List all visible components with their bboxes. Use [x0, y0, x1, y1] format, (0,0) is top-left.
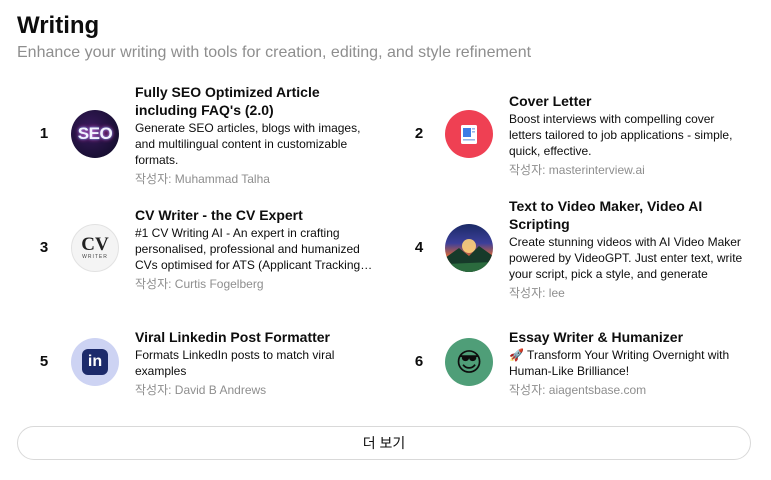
item-content: Viral Linkedin Post Formatter Formats Li… — [135, 328, 375, 398]
gpt-list-item[interactable]: 5 in Viral Linkedin Post Formatter Forma… — [33, 318, 393, 428]
seo-icon: SEO — [71, 110, 119, 158]
item-title: Essay Writer & Humanizer — [509, 329, 684, 345]
see-more-button[interactable]: 더 보기 — [17, 426, 751, 460]
item-author: 작성자: lee — [509, 286, 565, 300]
linkedin-icon: in — [71, 338, 119, 386]
item-description: Boost interviews with compelling cover l… — [509, 112, 733, 158]
item-author: 작성자: Curtis Fogelberg — [135, 277, 264, 291]
item-rank: 4 — [414, 239, 424, 256]
gpt-list-item[interactable]: 1 SEO Fully SEO Optimized Article includ… — [33, 82, 393, 192]
landscape-icon — [445, 224, 493, 272]
item-author: 작성자: aiagentsbase.com — [509, 383, 647, 397]
item-rank: 3 — [39, 239, 49, 256]
item-title: Viral Linkedin Post Formatter — [135, 329, 331, 345]
item-description: #1 CV Writing AI - An expert in crafting… — [135, 226, 361, 272]
item-content: Essay Writer & Humanizer 🚀 Transform You… — [509, 328, 749, 398]
gpt-list-item[interactable]: 3 CV WRITER CV Writer - the CV Expert #1… — [33, 196, 393, 306]
item-content: Cover Letter Boost interviews with compe… — [509, 92, 749, 178]
item-rank: 6 — [414, 353, 424, 370]
item-rank: 1 — [39, 125, 49, 142]
item-author: 작성자: David B Andrews — [135, 383, 267, 397]
item-content: CV Writer - the CV Expert #1 CV Writing … — [135, 206, 375, 292]
gpt-list-item[interactable]: 2 Cover Letter Boost interviews with com… — [408, 82, 768, 192]
cv-icon-text: CV — [81, 233, 109, 255]
item-content: Text to Video Maker, Video AI Scripting … — [509, 197, 749, 301]
section-subtitle: Enhance your writing with tools for crea… — [17, 44, 532, 61]
item-description: Formats LinkedIn posts to match viral ex… — [135, 348, 335, 378]
item-description: Create stunning videos with AI Video Mak… — [509, 235, 743, 281]
seo-icon-text: SEO — [77, 124, 113, 143]
linkedin-icon-text: in — [82, 349, 108, 375]
item-author: 작성자: masterinterview.ai — [509, 163, 645, 177]
landscape-svg — [445, 239, 493, 272]
gpt-list-item[interactable]: 6 😎 Essay Writer & Humanizer 🚀 Transform… — [408, 318, 768, 428]
document-svg — [461, 125, 477, 144]
cv-icon-subtext: WRITER — [82, 253, 108, 260]
gpt-list-item[interactable]: 4 Text to Video Maker, Video AI Scriptin… — [408, 196, 768, 306]
item-title: Text to Video Maker, Video AI Scripting — [509, 198, 703, 232]
item-title: Fully SEO Optimized Article including FA… — [135, 84, 320, 118]
item-rank: 2 — [414, 125, 424, 142]
cv-icon: CV WRITER — [71, 224, 119, 272]
item-author: 작성자: Muhammad Talha — [135, 172, 270, 186]
item-title: Cover Letter — [509, 93, 592, 109]
sunglasses-emoji-icon: 😎 — [445, 338, 493, 386]
item-title: CV Writer - the CV Expert — [135, 207, 303, 223]
item-content: Fully SEO Optimized Article including FA… — [135, 83, 375, 187]
item-description: Generate SEO articles, blogs with images… — [135, 121, 361, 167]
section-title: Writing — [17, 12, 100, 39]
item-description: 🚀 Transform Your Writing Overnight with … — [509, 348, 730, 378]
sunglasses-emoji: 😎 — [455, 347, 483, 377]
document-icon — [445, 110, 493, 158]
item-rank: 5 — [39, 353, 49, 370]
